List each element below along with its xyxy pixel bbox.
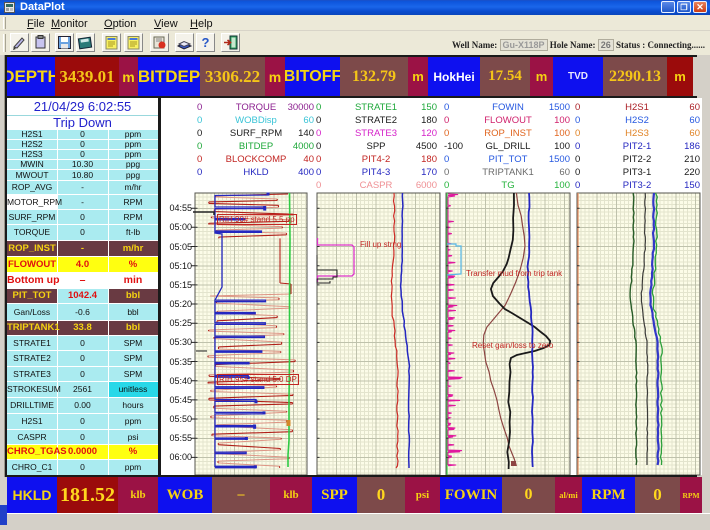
svg-text:?: ? (202, 35, 210, 50)
